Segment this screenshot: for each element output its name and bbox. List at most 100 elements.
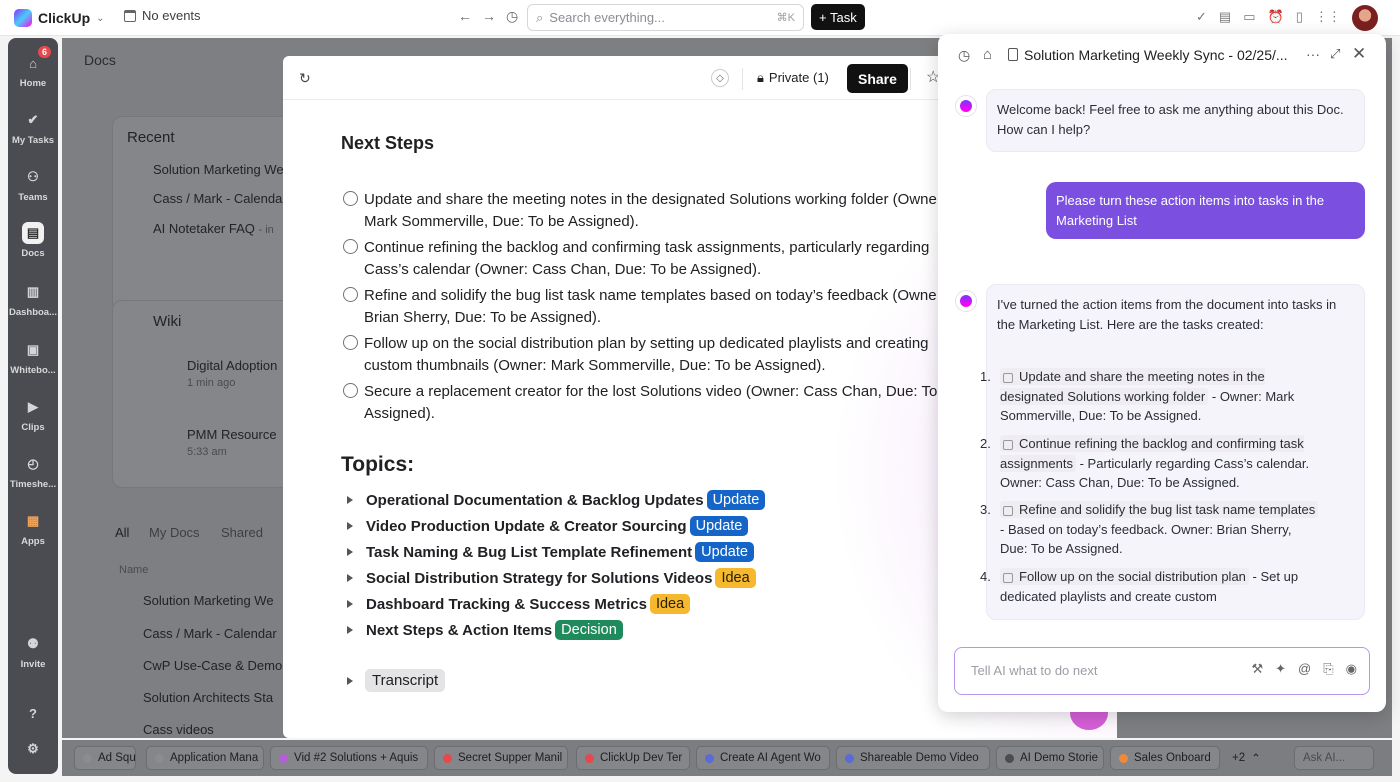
bottom-tab[interactable]: Application Mana — [146, 746, 264, 770]
rail-whiteboards[interactable]: ▣ Whitebo... — [8, 339, 58, 376]
task-link[interactable]: Refine and solidify the bug list task na… — [1000, 501, 1319, 518]
search-bar[interactable]: ⌕ Search everything... ⌘K — [527, 4, 804, 31]
rail-my-tasks[interactable]: ✔ My Tasks — [8, 109, 58, 146]
topic-toggle[interactable]: Video Production Update & Creator Sourci… — [347, 514, 749, 538]
rail-home[interactable]: ⌂ 6 Home — [8, 46, 58, 89]
doc-row[interactable]: CwP Use-Case & Demo — [143, 658, 282, 673]
tab-my-docs[interactable]: My Docs — [149, 525, 200, 540]
more-tabs-button[interactable]: +2 ⌃ — [1224, 746, 1268, 770]
ai-prompt-input[interactable]: Tell AI what to do next ⚒ ✦ @ ⎘ ◉ — [954, 647, 1370, 695]
history-icon[interactable]: ◷ — [506, 8, 518, 25]
task-checkbox[interactable] — [343, 383, 358, 398]
rail-dashboards[interactable]: ▥ Dashboa... — [8, 281, 58, 318]
topic-title: Operational Documentation & Backlog Upda… — [366, 491, 704, 509]
tools-icon[interactable]: ⚒ — [1251, 661, 1263, 677]
tab-status-icon — [585, 753, 594, 763]
sparkle-icon[interactable]: ✦ — [1275, 661, 1286, 677]
close-icon[interactable]: ✕ — [1352, 44, 1366, 64]
task-checkbox[interactable] — [343, 287, 358, 302]
more-options-icon[interactable]: ··· — [1306, 46, 1320, 62]
rail-settings[interactable]: ⚙ — [8, 738, 58, 760]
record-icon[interactable]: ◉ — [1346, 661, 1357, 677]
video-icon[interactable]: ▭ — [1243, 9, 1255, 25]
recent-title: Recent — [127, 129, 175, 146]
calendar-events[interactable]: No events — [124, 8, 201, 23]
recent-item[interactable]: Solution Marketing We — [153, 162, 284, 177]
search-icon: ⌕ — [536, 9, 544, 25]
doc-row[interactable]: Solution Marketing We — [143, 593, 274, 608]
search-input[interactable]: Search everything... — [549, 10, 665, 25]
share-button[interactable]: Share — [847, 64, 908, 93]
transcript-expand-icon[interactable] — [347, 677, 353, 685]
action-item-text: Refine and solidify the bug list task na… — [364, 285, 944, 329]
task-checkbox[interactable] — [343, 335, 358, 350]
expand-icon[interactable]: ⤢ — [1330, 46, 1340, 62]
app-name: ClickUp — [38, 10, 91, 26]
wiki-doc-title[interactable]: PMM Resource — [187, 427, 277, 442]
lock-icon: 🔒︎ — [757, 70, 764, 85]
home-badge: 6 — [38, 46, 52, 58]
task-checkbox[interactable] — [343, 191, 358, 206]
privacy-button[interactable]: 🔒︎ Private (1) — [757, 70, 829, 86]
bottom-tab[interactable]: Shareable Demo Video — [836, 746, 990, 770]
rail-teams[interactable]: ⚇ Teams — [8, 166, 58, 203]
workspace-switcher[interactable]: ClickUp ⌄ — [8, 6, 111, 30]
task-link[interactable]: Follow up on the social distribution pla… — [1000, 568, 1249, 585]
bottom-tab[interactable]: AI Demo Storie — [996, 746, 1104, 770]
history-icon[interactable]: ◷ — [958, 47, 970, 64]
wiki-doc-title[interactable]: Digital Adoption — [187, 358, 277, 373]
topic-toggle[interactable]: Operational Documentation & Backlog Upda… — [347, 488, 766, 512]
rail-invite[interactable]: ⚉ Invite — [8, 633, 58, 670]
sync-icon[interactable]: ↻ — [299, 70, 311, 87]
ai-avatar-icon — [955, 290, 977, 312]
created-task-item: 1. Update and share the meeting notes in… — [980, 367, 1320, 426]
clickup-logo-icon — [14, 9, 32, 27]
bottom-tab[interactable]: Ad Squ — [74, 746, 136, 770]
check-circle-icon[interactable]: ✓ — [1196, 9, 1207, 25]
rail-clips[interactable]: ▶ Clips — [8, 396, 58, 433]
alarm-icon[interactable]: ⏰ — [1268, 9, 1284, 25]
topic-toggle[interactable]: Social Distribution Strategy for Solutio… — [347, 566, 756, 590]
doc-row[interactable]: Cass / Mark - Calendar — [143, 626, 277, 641]
ask-ai-input[interactable]: Ask AI... — [1294, 746, 1374, 770]
rail-help[interactable]: ? — [8, 702, 58, 724]
transcript-toggle[interactable]: Transcript — [365, 669, 446, 692]
doc-row[interactable]: Solution Architects Sta — [143, 690, 273, 705]
action-line: Brian Sherry, Due: To be Assigned). — [364, 309, 602, 326]
recent-item[interactable]: Cass / Mark - Calenda — [153, 191, 282, 206]
doc-row[interactable]: Cass videos — [143, 722, 214, 737]
topic-toggle[interactable]: Dashboard Tracking & Success Metrics Ide… — [347, 592, 691, 616]
rail-timesheets[interactable]: ◴ Timeshe... — [8, 453, 58, 490]
tab-star-icon — [845, 753, 854, 763]
tag-icon[interactable]: ◇ — [711, 69, 729, 87]
expand-triangle-icon — [347, 548, 353, 556]
topic-toggle[interactable]: Next Steps & Action Items Decision — [347, 618, 623, 642]
bottom-tab[interactable]: Create AI Agent Wo — [696, 746, 830, 770]
new-task-button[interactable]: + Task — [811, 4, 865, 30]
user-avatar[interactable] — [1352, 5, 1378, 31]
apps-grid-icon[interactable]: ⋮⋮ — [1315, 9, 1341, 25]
topic-toggle[interactable]: Task Naming & Bug List Template Refineme… — [347, 540, 754, 564]
task-checkbox[interactable] — [343, 239, 358, 254]
ai-prompt-placeholder: Tell AI what to do next — [971, 663, 1098, 678]
notepad-icon[interactable]: ▤ — [1219, 9, 1231, 25]
mention-icon[interactable]: @ — [1298, 661, 1311, 677]
wiki-card: Wiki Digital Adoption 1 min ago PMM Reso… — [112, 300, 312, 488]
back-arrow-icon[interactable]: ← — [458, 8, 472, 25]
bottom-tab[interactable]: Vid #2 Solutions + Aquis — [270, 746, 428, 770]
rail-label: Clips — [21, 422, 45, 433]
recent-item[interactable]: AI Notetaker FAQ - in — [153, 221, 274, 236]
bottom-tab[interactable]: Sales Onboard — [1110, 746, 1220, 770]
forward-arrow-icon[interactable]: → — [482, 8, 496, 25]
rail-docs[interactable]: ▤ Docs — [8, 222, 58, 259]
attach-icon[interactable]: ⎘ — [1323, 661, 1333, 677]
document-icon[interactable]: ▯ — [1296, 9, 1303, 25]
tab-all[interactable]: All — [115, 525, 129, 540]
bottom-tab[interactable]: Secret Supper Manil — [434, 746, 568, 770]
doc-icon — [1008, 48, 1018, 61]
tab-shared[interactable]: Shared — [221, 525, 263, 540]
home-icon[interactable]: ⌂ — [983, 46, 992, 63]
tab-label: Create AI Agent Wo — [720, 752, 821, 764]
bottom-tab[interactable]: ClickUp Dev Ter — [576, 746, 690, 770]
rail-apps[interactable]: ▦ Apps — [8, 510, 58, 547]
